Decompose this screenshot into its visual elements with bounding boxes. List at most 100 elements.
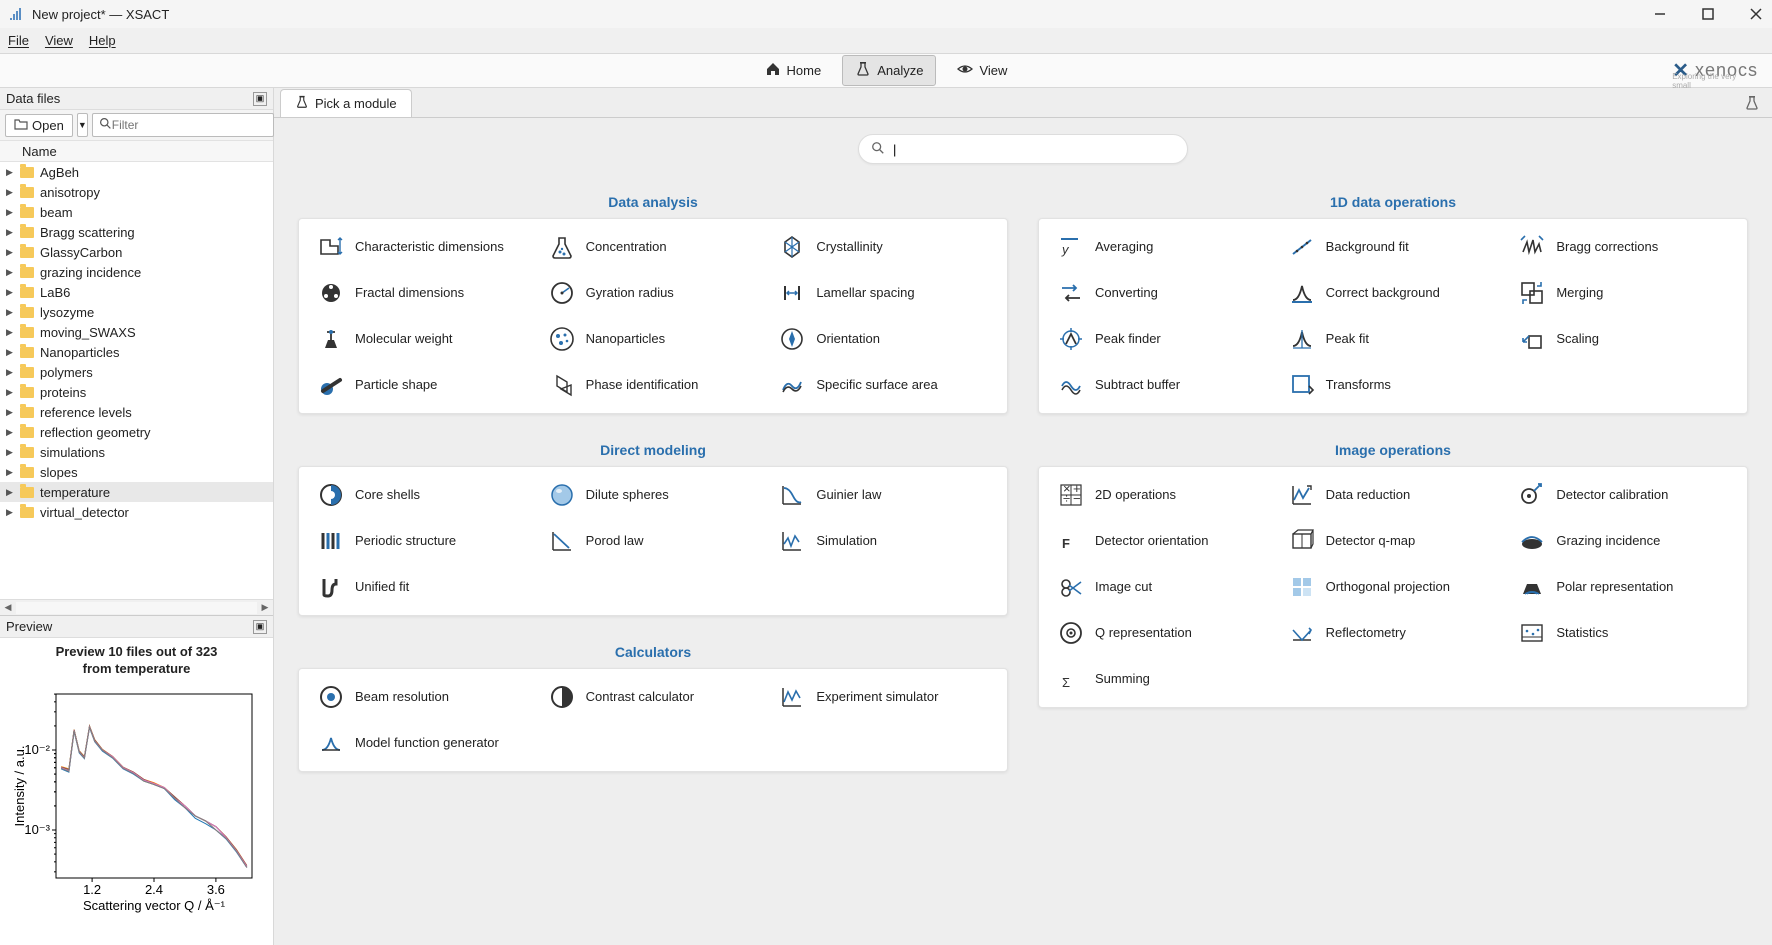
module-item[interactable]: Reflectometry [1288, 619, 1499, 647]
module-item[interactable]: ×+÷−2D operations [1057, 481, 1268, 509]
tab-pick-module[interactable]: Pick a module [280, 89, 412, 117]
tree-expand-icon[interactable]: ▶ [6, 487, 16, 498]
tree-expand-icon[interactable]: ▶ [6, 387, 16, 398]
module-search-input[interactable] [893, 142, 1175, 157]
tree-expand-icon[interactable]: ▶ [6, 407, 16, 418]
module-item[interactable]: Particle shape [317, 371, 528, 399]
module-item[interactable]: Statistics [1518, 619, 1729, 647]
minimize-button[interactable] [1652, 6, 1668, 22]
tree-row[interactable]: ▶ Bragg scattering [0, 222, 273, 242]
module-item[interactable]: Polar representation [1518, 573, 1729, 601]
module-item[interactable]: Periodic structure [317, 527, 528, 555]
menu-file[interactable]: File [8, 33, 29, 48]
close-button[interactable] [1748, 6, 1764, 22]
tree-expand-icon[interactable]: ▶ [6, 467, 16, 478]
module-item[interactable]: Converting [1057, 279, 1268, 307]
module-item[interactable]: Grazing incidence [1518, 527, 1729, 555]
module-item[interactable]: Image cut [1057, 573, 1268, 601]
module-item[interactable]: FDetector orientation [1057, 527, 1268, 555]
module-item[interactable]: Scaling [1518, 325, 1729, 353]
module-item[interactable]: Concentration [548, 233, 759, 261]
module-item[interactable]: Peak fit [1288, 325, 1499, 353]
tree-expand-icon[interactable]: ▶ [6, 367, 16, 378]
module-item[interactable]: Background fit [1288, 233, 1499, 261]
tree-row[interactable]: ▶ polymers [0, 362, 273, 382]
module-item[interactable]: Fractal dimensions [317, 279, 528, 307]
tree-row[interactable]: ▶ simulations [0, 442, 273, 462]
module-item[interactable]: yAveraging [1057, 233, 1268, 261]
module-item[interactable]: ΣSumming [1057, 665, 1268, 693]
scrollbar-track[interactable] [16, 602, 257, 614]
menu-view[interactable]: View [45, 33, 73, 48]
menu-help[interactable]: Help [89, 33, 116, 48]
module-item[interactable]: Guinier law [778, 481, 989, 509]
filter-input[interactable] [112, 118, 267, 132]
module-item[interactable]: Peak finder [1057, 325, 1268, 353]
module-item[interactable]: Contrast calculator [548, 683, 759, 711]
tree-row[interactable]: ▶ temperature [0, 482, 273, 502]
tree-expand-icon[interactable]: ▶ [6, 267, 16, 278]
tree-row[interactable]: ▶ LaB6 [0, 282, 273, 302]
tree-expand-icon[interactable]: ▶ [6, 347, 16, 358]
tree-row[interactable]: ▶ reference levels [0, 402, 273, 422]
module-item[interactable]: Correct background [1288, 279, 1499, 307]
tree-row[interactable]: ▶ Nanoparticles [0, 342, 273, 362]
module-item[interactable]: Detector calibration [1518, 481, 1729, 509]
tree-expand-icon[interactable]: ▶ [6, 287, 16, 298]
tree-expand-icon[interactable]: ▶ [6, 187, 16, 198]
module-item[interactable]: Unified fit [317, 573, 528, 601]
preview-popout-button[interactable]: ▣ [253, 620, 267, 634]
tree-expand-icon[interactable]: ▶ [6, 247, 16, 258]
module-item[interactable]: Simulation [778, 527, 989, 555]
module-item[interactable]: Q representation [1057, 619, 1268, 647]
module-search[interactable] [858, 134, 1188, 164]
tree-row[interactable]: ▶ lysozyme [0, 302, 273, 322]
tree-expand-icon[interactable]: ▶ [6, 427, 16, 438]
module-item[interactable]: Orientation [778, 325, 989, 353]
tree-row[interactable]: ▶ proteins [0, 382, 273, 402]
tree-row[interactable]: ▶ GlassyCarbon [0, 242, 273, 262]
scroll-right-button[interactable]: ▶ [257, 601, 273, 615]
tree-expand-icon[interactable]: ▶ [6, 227, 16, 238]
file-tree[interactable]: ▶ AgBeh▶ anisotropy▶ beam▶ Bragg scatter… [0, 162, 273, 599]
scroll-left-button[interactable]: ◀ [0, 601, 16, 615]
tree-row[interactable]: ▶ slopes [0, 462, 273, 482]
tree-scrollbar[interactable]: ◀ ▶ [0, 599, 273, 615]
module-item[interactable]: Merging [1518, 279, 1729, 307]
toolbar-home[interactable]: Home [752, 55, 835, 86]
module-item[interactable]: Model function generator [317, 729, 528, 757]
module-item[interactable]: Characteristic dimensions [317, 233, 528, 261]
module-item[interactable]: Phase identification [548, 371, 759, 399]
module-item[interactable]: Crystallinity [778, 233, 989, 261]
tree-expand-icon[interactable]: ▶ [6, 207, 16, 218]
module-item[interactable]: Transforms [1288, 371, 1499, 399]
tree-expand-icon[interactable]: ▶ [6, 167, 16, 178]
tree-row[interactable]: ▶ moving_SWAXS [0, 322, 273, 342]
module-item[interactable]: Specific surface area [778, 371, 989, 399]
module-item[interactable]: Bragg corrections [1518, 233, 1729, 261]
module-item[interactable]: Experiment simulator [778, 683, 989, 711]
module-item[interactable]: Data reduction [1288, 481, 1499, 509]
maximize-button[interactable] [1700, 6, 1716, 22]
module-item[interactable]: Nanoparticles [548, 325, 759, 353]
toolbar-analyze[interactable]: Analyze [842, 55, 936, 86]
module-item[interactable]: Gyration radius [548, 279, 759, 307]
module-item[interactable]: Molecular weight [317, 325, 528, 353]
filter-box[interactable] [92, 113, 274, 137]
module-item[interactable]: Lamellar spacing [778, 279, 989, 307]
toolbar-view[interactable]: View [944, 55, 1020, 86]
tree-row[interactable]: ▶ beam [0, 202, 273, 222]
tree-expand-icon[interactable]: ▶ [6, 447, 16, 458]
tree-row[interactable]: ▶ reflection geometry [0, 422, 273, 442]
module-item[interactable]: Core shells [317, 481, 528, 509]
module-item[interactable]: Dilute spheres [548, 481, 759, 509]
tree-expand-icon[interactable]: ▶ [6, 327, 16, 338]
open-dropdown-button[interactable]: ▼ [77, 113, 88, 137]
module-item[interactable]: Porod law [548, 527, 759, 555]
tree-expand-icon[interactable]: ▶ [6, 507, 16, 518]
tree-row[interactable]: ▶ grazing incidence [0, 262, 273, 282]
module-item[interactable]: Detector q-map [1288, 527, 1499, 555]
tree-row[interactable]: ▶ AgBeh [0, 162, 273, 182]
module-item[interactable]: Subtract buffer [1057, 371, 1268, 399]
panel-popout-button[interactable]: ▣ [253, 92, 267, 106]
